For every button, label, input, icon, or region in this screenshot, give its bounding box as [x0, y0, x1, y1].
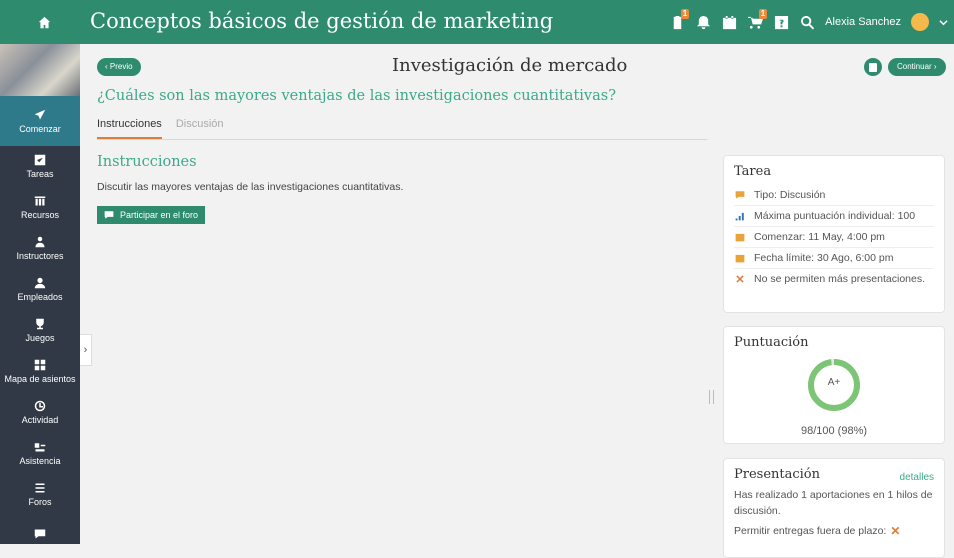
chevron-right-icon: › — [931, 62, 937, 71]
max-score-row: Máxima puntuación individual: 100 — [734, 206, 934, 227]
sidebar-item-tareas[interactable]: Tareas — [0, 146, 80, 187]
previous-button[interactable]: ‹ Previo — [97, 58, 141, 76]
search-button[interactable] — [799, 14, 815, 30]
course-thumbnail — [0, 44, 80, 96]
user-name[interactable]: Alexia Sanchez — [825, 16, 901, 28]
clock-icon — [34, 400, 46, 412]
resize-handle[interactable] — [709, 390, 714, 404]
library-icon — [34, 196, 46, 206]
chat-icon — [34, 529, 46, 539]
sidebar-item-label: Instructores — [16, 251, 64, 261]
sidebar-item-recursos[interactable]: Recursos — [0, 187, 80, 228]
grade-label: A+ — [827, 377, 841, 388]
due-date-row: Fecha límite: 30 Ago, 6:00 pm — [734, 248, 934, 269]
sidebar-item-comenzar[interactable]: Comenzar — [0, 96, 80, 146]
submissions-closed-row: No se permiten más presentaciones. — [734, 269, 934, 289]
sidebar-item-mapa-de-asientos[interactable]: Mapa de asientos — [0, 351, 80, 392]
assignments-badge: 1 — [680, 9, 690, 19]
task-card-title: Tarea — [734, 164, 772, 179]
score-value: 98/100 (98%) — [800, 425, 868, 437]
tab-discusion[interactable]: Discusión — [176, 116, 224, 139]
sidebar-item-label: Actividad — [21, 415, 59, 425]
user-icon — [34, 277, 46, 289]
sidebar-item-label: Asistencia — [19, 456, 61, 466]
help-button[interactable] — [773, 14, 789, 30]
main-content: ‹ Previo Investigación de mercado Contin… — [92, 44, 954, 558]
calendar-icon — [735, 254, 745, 263]
sidebar-item-foros[interactable]: Foros — [0, 474, 80, 515]
sidebar-item-asistencia[interactable]: Asistencia — [0, 433, 80, 474]
score-card: Puntuación A+ 98/100 (98%) — [723, 326, 945, 444]
task-type-row: Tipo: Discusión — [734, 185, 934, 206]
tab-bar: Instrucciones Discusión — [97, 116, 707, 140]
home-icon — [38, 16, 50, 28]
sidebar-item-actividad[interactable]: Actividad — [0, 392, 80, 433]
calendar-button[interactable] — [721, 14, 737, 30]
check-square-icon — [34, 154, 46, 166]
sidebar-item-instructores[interactable]: Instructores — [0, 228, 80, 269]
notes-button[interactable] — [864, 58, 882, 76]
contributions-text: Has realizado 1 aportaciones en 1 hilos … — [734, 489, 933, 517]
trophy-icon — [36, 318, 44, 330]
attendance-icon — [34, 443, 46, 452]
sidebar-item-label: Comenzar — [19, 123, 61, 134]
presentation-card: Presentación detalles Has realizado 1 ap… — [723, 458, 945, 558]
start-date-row: Comenzar: 11 May, 4:00 pm — [734, 227, 934, 248]
late-submissions-row: Permitir entregas fuera de plazo: ✕ — [734, 524, 901, 538]
bell-icon — [696, 15, 710, 29]
x-icon: ✕ — [890, 524, 901, 538]
note-icon — [869, 62, 877, 72]
search-icon — [800, 15, 814, 29]
sidebar-item-chat[interactable] — [0, 515, 80, 556]
sidebar-item-label: Mapa de asientos — [4, 374, 76, 384]
join-forum-button[interactable]: Participar en el foro — [97, 206, 206, 224]
page-title: Investigación de mercado — [392, 55, 628, 76]
sidebar: Comenzar Tareas Recursos Instructores Em… — [0, 44, 80, 544]
cart-button[interactable]: 1 — [747, 9, 768, 30]
signal-icon — [735, 212, 744, 221]
grid-icon — [34, 359, 46, 371]
details-link[interactable]: detalles — [900, 472, 934, 483]
sidebar-item-label: Empleados — [17, 292, 63, 302]
section-title: Instrucciones — [97, 154, 197, 170]
chevron-down-icon[interactable] — [939, 18, 948, 27]
task-card: Tarea Tipo: Discusión Máxima puntuación … — [723, 155, 945, 313]
list-icon — [35, 483, 45, 493]
continue-button[interactable]: Continuar › — [888, 58, 946, 76]
sidebar-item-juegos[interactable]: Juegos — [0, 310, 80, 351]
sidebar-item-label: Juegos — [25, 333, 55, 343]
instructions-text: Discutir las mayores ventajas de las inv… — [97, 181, 404, 193]
chat-icon — [735, 191, 745, 199]
chat-icon — [104, 211, 114, 219]
sidebar-item-label: Tareas — [26, 169, 54, 179]
paper-plane-icon — [34, 109, 46, 119]
user-avatar[interactable] — [911, 13, 929, 31]
course-title: Conceptos básicos de gestión de marketin… — [90, 9, 554, 33]
sidebar-item-empleados[interactable]: Empleados — [0, 269, 80, 310]
sidebar-item-label: Recursos — [20, 210, 59, 220]
top-icons: 1 1 Alexia Sanchez — [669, 0, 954, 44]
sidebar-item-label: Foros — [28, 497, 52, 507]
tab-instrucciones[interactable]: Instrucciones — [97, 116, 162, 139]
top-bar: Conceptos básicos de gestión de marketin… — [0, 0, 954, 44]
assignments-button[interactable]: 1 — [669, 9, 690, 30]
x-icon — [736, 275, 744, 283]
question-title: ¿Cuáles son las mayores ventajas de las … — [97, 88, 616, 104]
calendar-icon — [722, 15, 736, 29]
home-button[interactable] — [0, 0, 88, 44]
cart-badge: 1 — [758, 9, 768, 19]
score-card-title: Puntuación — [734, 335, 809, 350]
instructors-icon — [35, 236, 45, 248]
notifications-button[interactable] — [695, 14, 711, 30]
help-icon — [774, 15, 788, 29]
calendar-icon — [735, 233, 745, 242]
sidebar-toggle[interactable]: › — [80, 334, 92, 366]
